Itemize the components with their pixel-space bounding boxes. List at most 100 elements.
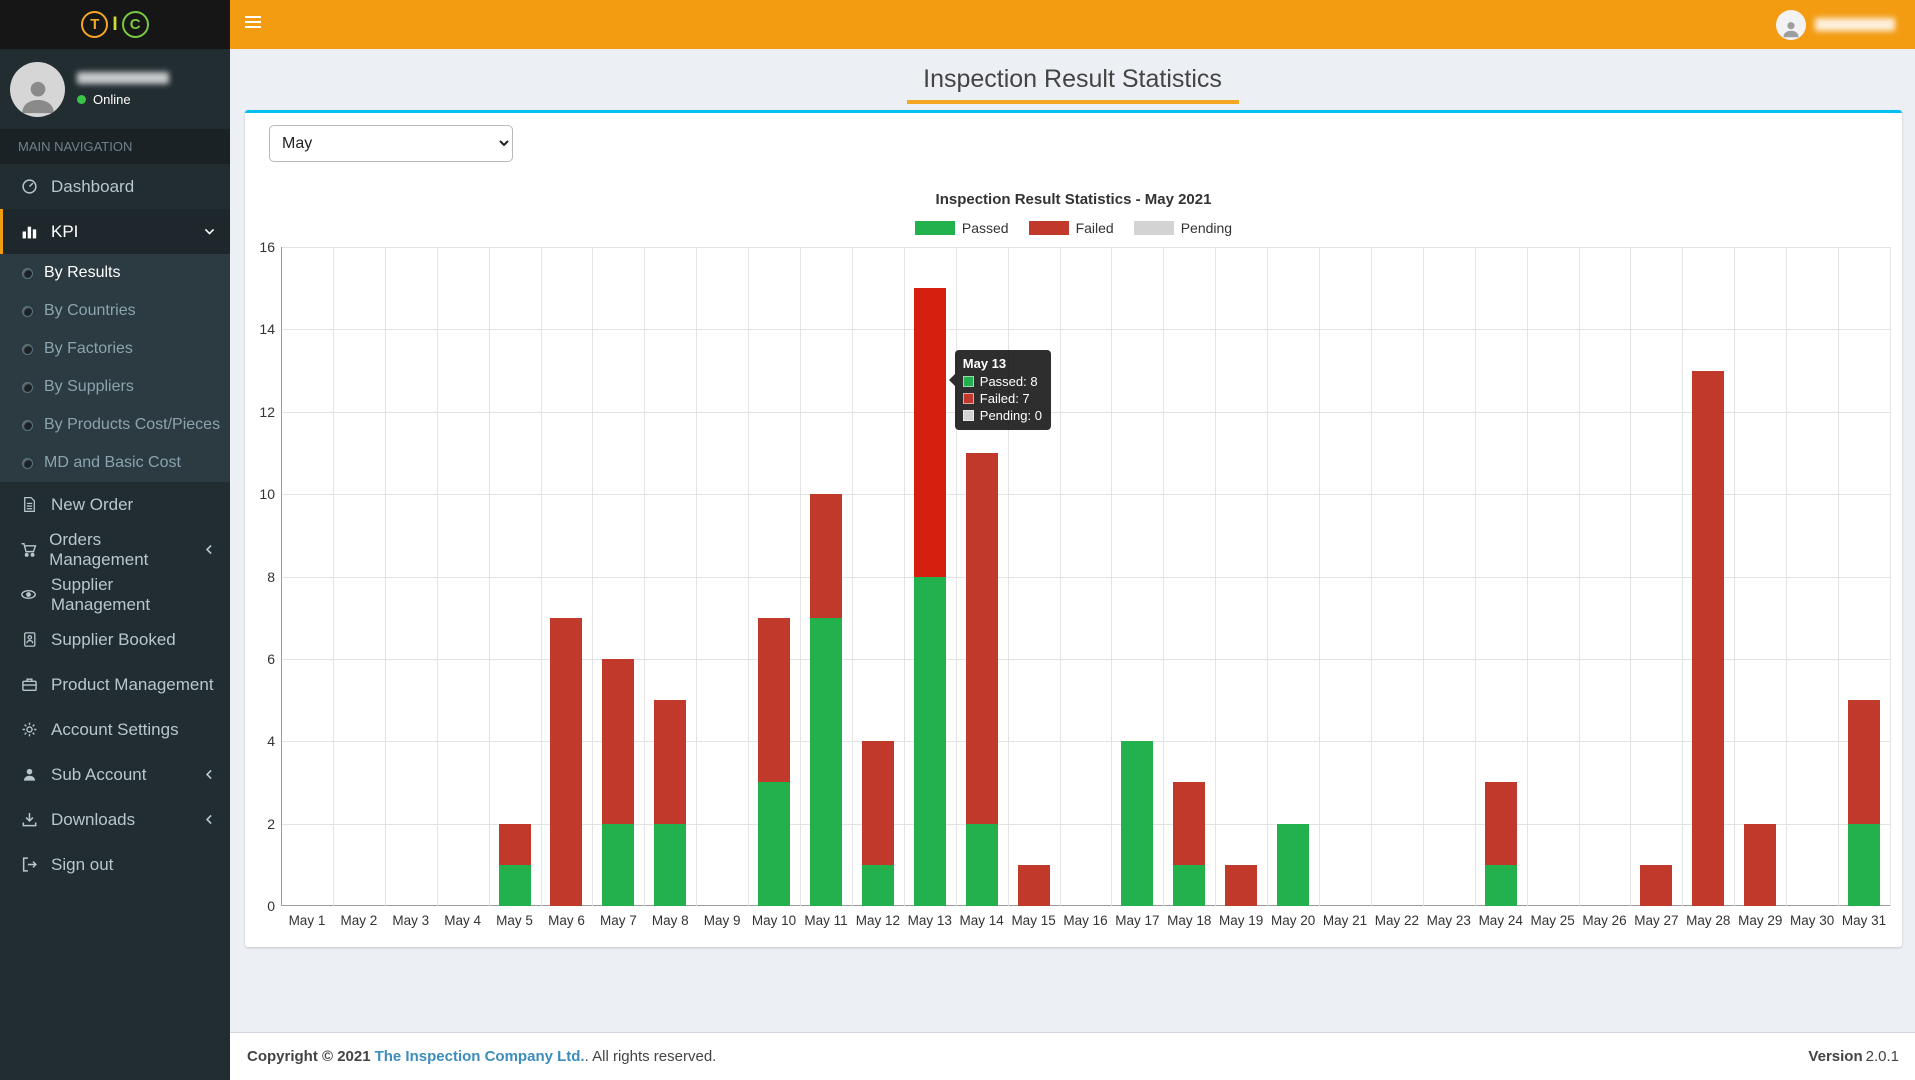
legend-label: Passed — [962, 220, 1009, 236]
gridline — [281, 741, 1890, 742]
bar-segment-failed-may-29[interactable] — [1744, 824, 1776, 906]
sidebar-item-sub-account[interactable]: Sub Account — [0, 752, 230, 797]
sidebar-subitem-by-countries[interactable]: By Countries — [0, 292, 230, 330]
submenu-item-label: By Countries — [44, 302, 136, 320]
chart-plot-area: May 13 Passed: 8Failed: 7Pending: 0 — [281, 247, 1890, 906]
tooltip-title: May 13 — [963, 356, 1042, 371]
bar-segment-failed-may-12[interactable] — [862, 741, 894, 865]
sidebar-item-label: KPI — [51, 222, 78, 242]
logo-letter-t: T — [81, 11, 108, 38]
x-tick-label: May 28 — [1682, 913, 1734, 928]
bar-segment-passed-may-14[interactable] — [966, 824, 998, 906]
bar-segment-failed-may-7[interactable] — [602, 659, 634, 824]
circle-icon — [22, 268, 33, 279]
sidebar-toggle-button[interactable] — [230, 0, 276, 49]
y-tick-label: 10 — [259, 486, 275, 502]
gridline — [1008, 247, 1009, 906]
sidebar-item-supplier-management[interactable]: Supplier Management — [0, 572, 230, 617]
bar-segment-passed-may-20[interactable] — [1277, 824, 1309, 906]
user-avatar — [10, 62, 65, 117]
bar-segment-failed-may-10[interactable] — [758, 618, 790, 783]
sidebar-item-label: Account Settings — [51, 720, 179, 740]
bar-segment-passed-may-13[interactable] — [914, 577, 946, 907]
sidebar-item-sign-out[interactable]: Sign out — [0, 842, 230, 887]
legend-item-passed[interactable]: Passed — [915, 220, 1009, 236]
sidebar-item-new-order[interactable]: New Order — [0, 482, 230, 527]
sidebar-item-product-management[interactable]: Product Management — [0, 662, 230, 707]
bar-segment-passed-may-18[interactable] — [1173, 865, 1205, 906]
bar-segment-passed-may-17[interactable] — [1121, 741, 1153, 906]
x-tick-label: May 18 — [1163, 913, 1215, 928]
bar-segment-failed-may-15[interactable] — [1018, 865, 1050, 906]
bar-segment-failed-may-8[interactable] — [654, 700, 686, 824]
bar-segment-failed-may-24[interactable] — [1485, 782, 1517, 864]
bar-segment-passed-may-7[interactable] — [602, 824, 634, 906]
bar-segment-failed-may-19[interactable] — [1225, 865, 1257, 906]
sidebar-subitem-by-results[interactable]: By Results — [0, 254, 230, 292]
legend-swatch — [1029, 221, 1069, 235]
gridline — [281, 577, 1890, 578]
gridline — [1215, 247, 1216, 906]
sidebar-subitem-by-factories[interactable]: By Factories — [0, 330, 230, 368]
bar-segment-failed-may-6[interactable] — [550, 618, 582, 906]
app-logo[interactable]: T I C — [0, 0, 230, 49]
sidebar-subitem-by-suppliers[interactable]: By Suppliers — [0, 368, 230, 406]
bar-segment-failed-may-27[interactable] — [1640, 865, 1672, 906]
sidebar-subitem-by-products-cost-pieces[interactable]: By Products Cost/Pieces — [0, 406, 230, 444]
month-select[interactable]: May — [269, 125, 513, 162]
x-tick-label: May 29 — [1734, 913, 1786, 928]
bar-segment-failed-may-18[interactable] — [1173, 782, 1205, 864]
gridline — [1734, 247, 1735, 906]
bar-segment-passed-may-31[interactable] — [1848, 824, 1880, 906]
circle-icon — [22, 306, 33, 317]
gridline — [1111, 247, 1112, 906]
legend-item-pending[interactable]: Pending — [1134, 220, 1232, 236]
bar-segment-passed-may-10[interactable] — [758, 782, 790, 906]
gridline — [1890, 247, 1891, 906]
chart-title: Inspection Result Statistics - May 2021 — [245, 191, 1902, 208]
page-title: Inspection Result Statistics — [923, 65, 1222, 94]
x-tick-label: May 21 — [1319, 913, 1371, 928]
bar-segment-failed-may-31[interactable] — [1848, 700, 1880, 824]
company-link[interactable]: The Inspection Company Ltd. — [375, 1048, 585, 1065]
x-tick-label: May 25 — [1527, 913, 1579, 928]
x-tick-label: May 8 — [644, 913, 696, 928]
legend-item-failed[interactable]: Failed — [1029, 220, 1114, 236]
legend-label: Pending — [1181, 220, 1232, 236]
user-menu[interactable] — [1762, 0, 1909, 49]
gridline — [1163, 247, 1164, 906]
bar-segment-passed-may-8[interactable] — [654, 824, 686, 906]
bar-segment-passed-may-11[interactable] — [810, 618, 842, 906]
gridline — [904, 247, 905, 906]
tooltip-row: Failed: 7 — [963, 391, 1042, 406]
sidebar-subitem-md-and-basic-cost[interactable]: MD and Basic Cost — [0, 444, 230, 482]
gridline — [1371, 247, 1372, 906]
bar-segment-passed-may-24[interactable] — [1485, 865, 1517, 906]
sidebar-item-label: Sub Account — [51, 765, 146, 785]
user-avatar-icon — [1776, 10, 1806, 40]
x-tick-label: May 11 — [800, 913, 852, 928]
sidebar-item-account-settings[interactable]: Account Settings — [0, 707, 230, 752]
sidebar-item-downloads[interactable]: Downloads — [0, 797, 230, 842]
new-order-icon — [18, 496, 40, 513]
bar-segment-failed-may-28[interactable] — [1692, 371, 1724, 906]
logo-letter-c: C — [122, 11, 149, 38]
x-tick-label: May 24 — [1475, 913, 1527, 928]
gridline — [1682, 247, 1683, 906]
legend-swatch — [1134, 221, 1174, 235]
sidebar-item-kpi[interactable]: KPI — [0, 209, 230, 254]
bar-segment-passed-may-5[interactable] — [499, 865, 531, 906]
bar-segment-passed-may-12[interactable] — [862, 865, 894, 906]
sidebar-nav: Dashboard KPI By Results By Countries By Fac… — [0, 164, 230, 887]
sidebar-item-dashboard[interactable]: Dashboard — [0, 164, 230, 209]
y-tick-label: 16 — [259, 239, 275, 255]
gridline — [281, 247, 282, 906]
chart-card: May Inspection Result Statistics - May 2… — [245, 110, 1902, 947]
bar-segment-failed-may-11[interactable] — [810, 494, 842, 618]
tooltip-row-label: Pending: 0 — [980, 408, 1042, 423]
bar-segment-failed-may-14[interactable] — [966, 453, 998, 824]
sidebar-item-orders-management[interactable]: Orders Management — [0, 527, 230, 572]
bar-segment-failed-may-5[interactable] — [499, 824, 531, 865]
sidebar-item-supplier-booked[interactable]: Supplier Booked — [0, 617, 230, 662]
bar-segment-failed-may-13[interactable] — [914, 288, 946, 576]
